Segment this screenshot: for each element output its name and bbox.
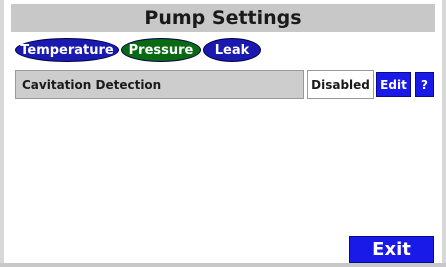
setting-row-cavitation-detection: Cavitation Detection Disabled Edit ? <box>15 70 442 99</box>
setting-value: Disabled <box>307 70 374 99</box>
bottom-border <box>0 263 446 267</box>
pump-settings-screen: Pump Settings Temperature Pressure Leak … <box>0 0 446 267</box>
right-border <box>442 0 446 267</box>
help-button[interactable]: ? <box>415 72 434 97</box>
tab-pressure[interactable]: Pressure <box>121 38 201 62</box>
left-border <box>0 0 4 267</box>
edit-button[interactable]: Edit <box>376 72 411 97</box>
tab-leak[interactable]: Leak <box>203 38 261 62</box>
page-title: Pump Settings <box>144 7 302 29</box>
setting-label: Cavitation Detection <box>15 70 304 99</box>
title-bar: Pump Settings <box>11 4 435 32</box>
exit-button[interactable]: Exit <box>349 236 434 263</box>
tab-temperature[interactable]: Temperature <box>15 38 119 62</box>
